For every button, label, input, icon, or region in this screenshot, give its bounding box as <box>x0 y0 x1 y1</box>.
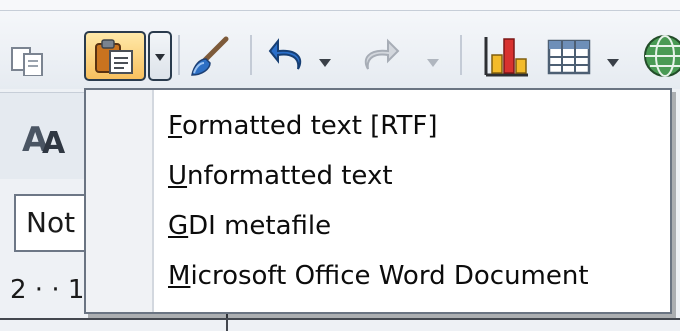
paste-special-menu: Formatted text [RTF] Unformatted text GD… <box>84 88 672 314</box>
menu-accelerator: M <box>168 261 191 291</box>
menu-item-gdi-metafile[interactable]: GDI metafile <box>168 204 331 248</box>
menu-accelerator: F <box>168 111 183 141</box>
character-font-icon[interactable]: A A <box>18 111 78 161</box>
toolbar-separator <box>250 35 252 75</box>
document-edge <box>0 318 680 320</box>
toolbar-separator <box>178 35 180 75</box>
toolbar-separator <box>460 35 462 75</box>
paste-options-dropdown[interactable] <box>148 31 172 81</box>
menu-item-microsoft-office-word-document[interactable]: Microsoft Office Word Document <box>168 254 589 298</box>
paste-icon <box>94 39 136 75</box>
globe-icon[interactable] <box>642 33 680 79</box>
menu-icon-gutter <box>86 90 154 312</box>
chevron-down-icon <box>424 53 442 67</box>
menu-item-label: nformatted text <box>187 161 393 191</box>
formatting-toolbar: A A <box>0 92 95 179</box>
chart-icon[interactable] <box>482 31 532 79</box>
paste-button[interactable] <box>84 31 146 81</box>
chevron-down-icon[interactable] <box>316 53 334 67</box>
copy-icon[interactable] <box>10 46 48 77</box>
menu-item-label: icrosoft Office Word Document <box>190 261 589 291</box>
menu-item-label: DI metafile <box>188 211 332 241</box>
menu-accelerator: G <box>168 211 189 241</box>
redo-icon <box>356 37 400 79</box>
menu-accelerator: U <box>168 161 188 191</box>
standard-toolbar <box>0 11 680 89</box>
menu-item-unformatted-text[interactable]: Unformatted text <box>168 154 393 198</box>
title-strip <box>0 0 680 11</box>
chevron-down-icon[interactable] <box>604 53 622 67</box>
chevron-down-icon <box>155 54 165 61</box>
menu-item-label: ormatted text [RTF] <box>182 111 438 141</box>
clone-formatting-icon[interactable] <box>186 35 232 81</box>
svg-text:A: A <box>42 126 66 161</box>
table-icon[interactable] <box>546 37 592 77</box>
undo-icon[interactable] <box>268 37 312 79</box>
menu-item-formatted-text-rtf[interactable]: Formatted text [RTF] <box>168 104 437 148</box>
